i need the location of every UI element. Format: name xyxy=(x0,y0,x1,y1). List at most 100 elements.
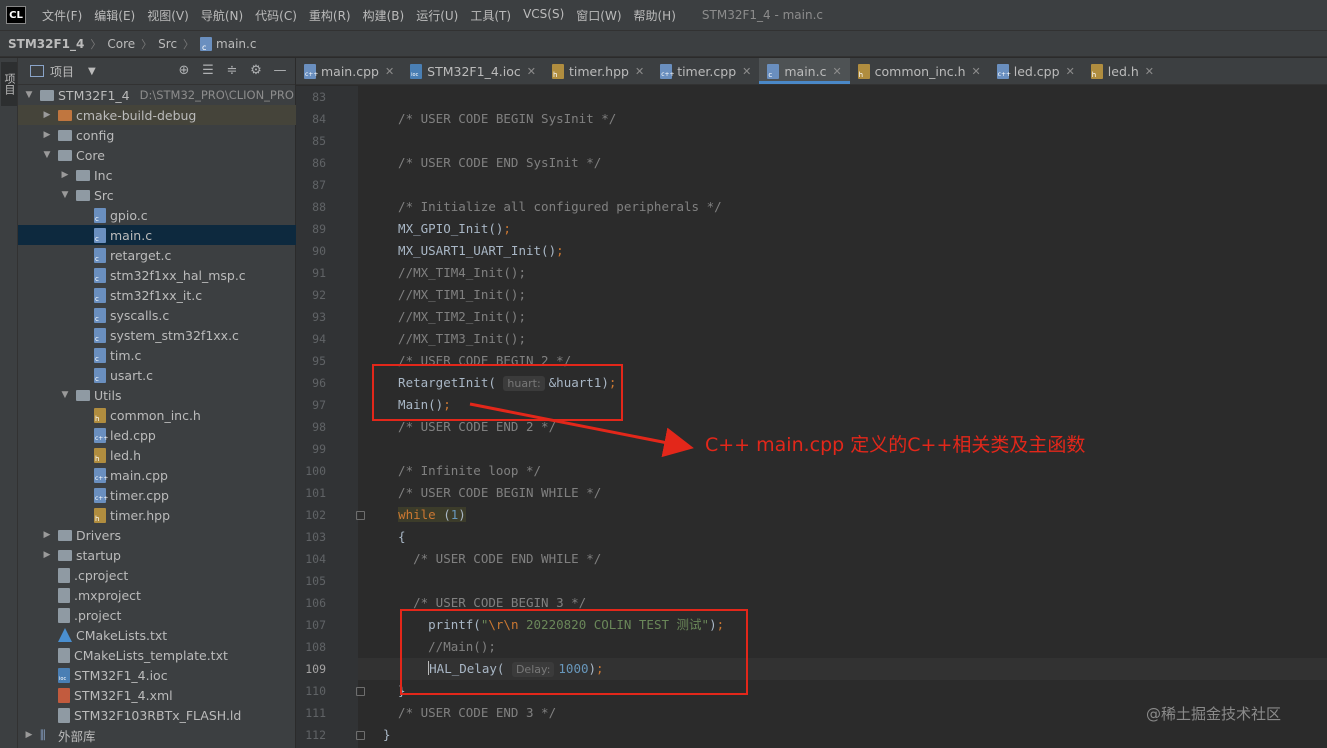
editor-tab[interactable]: STM32F1_4.ioc ✕ xyxy=(402,58,544,84)
close-icon[interactable]: ✕ xyxy=(972,65,981,78)
editor-tab[interactable]: main.c ✕ xyxy=(759,58,850,84)
tree-item[interactable]: STM32F1_4.xml xyxy=(18,685,296,705)
tree-item[interactable]: STM32F1_4.ioc xyxy=(18,665,296,685)
tree-item[interactable]: stm32f1xx_it.c xyxy=(18,285,296,305)
editor-tab[interactable]: timer.cpp ✕ xyxy=(652,58,759,84)
editor-tab[interactable]: main.cpp ✕ xyxy=(296,58,402,84)
close-icon[interactable]: ✕ xyxy=(1145,65,1154,78)
tree-item[interactable]: STM32F103RBTx_FLASH.ld xyxy=(18,705,296,725)
close-icon[interactable]: ✕ xyxy=(1066,65,1075,78)
tree-item[interactable]: led.cpp xyxy=(18,425,296,445)
menu-item[interactable]: 重构(R) xyxy=(303,7,357,24)
fold-marker-icon[interactable] xyxy=(356,687,365,696)
code-token: } xyxy=(383,727,391,742)
menu-item[interactable]: 工具(T) xyxy=(464,7,517,24)
line-number: 90 xyxy=(312,244,326,258)
tree-item[interactable]: main.cpp xyxy=(18,465,296,485)
menu-item[interactable]: 窗口(W) xyxy=(570,7,627,24)
tree-item[interactable]: ▼ Utils xyxy=(18,385,296,405)
project-tool-button[interactable]: 项目 xyxy=(1,62,17,106)
menu-item[interactable]: VCS(S) xyxy=(517,7,570,24)
tree-item[interactable]: retarget.c xyxy=(18,245,296,265)
locate-file-icon[interactable]: ⊕ xyxy=(177,64,191,78)
tree-item[interactable]: ▼ Src xyxy=(18,185,296,205)
tree-item[interactable]: system_stm32f1xx.c xyxy=(18,325,296,345)
breadcrumb-separator-icon: 〉 xyxy=(141,37,153,51)
tree-item[interactable]: gpio.c xyxy=(18,205,296,225)
chevron-right-icon[interactable]: ▶ xyxy=(42,550,52,560)
tree-item[interactable]: main.c xyxy=(18,225,296,245)
tree-item[interactable]: ▼ STM32F1_4 D:\STM32_PRO\CLION_PRO xyxy=(18,85,296,105)
editor-tab[interactable]: led.cpp ✕ xyxy=(989,58,1083,84)
fold-marker-icon[interactable] xyxy=(356,511,365,520)
menu-item[interactable]: 构建(B) xyxy=(357,7,411,24)
tree-item[interactable]: stm32f1xx_hal_msp.c xyxy=(18,265,296,285)
chevron-right-icon[interactable]: ▶ xyxy=(60,170,70,180)
code-line: //MX_TIM3_Init(); xyxy=(383,328,526,350)
close-icon[interactable]: ✕ xyxy=(527,65,536,78)
tree-item[interactable]: ▶ startup xyxy=(18,545,296,565)
tree-item[interactable]: ▶ Inc xyxy=(18,165,296,185)
menu-item[interactable]: 运行(U) xyxy=(410,7,464,24)
menu-item[interactable]: 编辑(E) xyxy=(88,7,141,24)
line-number: 99 xyxy=(312,442,326,456)
chevron-down-icon[interactable]: ▼ xyxy=(24,90,34,100)
chevron-right-icon[interactable]: ▶ xyxy=(42,110,52,120)
tree-item[interactable]: ▶ cmake-build-debug xyxy=(18,105,296,125)
tree-item-label: startup xyxy=(76,547,121,563)
collapse-all-icon[interactable]: ≑ xyxy=(225,64,239,78)
editor-tab[interactable]: timer.hpp ✕ xyxy=(544,58,652,84)
chevron-down-icon[interactable]: ▼ xyxy=(88,66,96,77)
tree-item[interactable]: ▶ ⫼ 外部库 xyxy=(18,725,296,745)
chevron-right-icon[interactable]: ▶ xyxy=(24,730,34,740)
tree-item-label: Drivers xyxy=(76,527,121,543)
tree-item[interactable]: .mxproject xyxy=(18,585,296,605)
menu-item[interactable]: 视图(V) xyxy=(141,7,195,24)
code-token: { xyxy=(383,529,406,544)
breadcrumb-separator-icon: 〉 xyxy=(90,37,102,51)
close-icon[interactable]: ✕ xyxy=(742,65,751,78)
tree-item[interactable]: led.h xyxy=(18,445,296,465)
tree-item-label: main.c xyxy=(110,227,153,243)
menu-item[interactable]: 代码(C) xyxy=(249,7,303,24)
tree-item[interactable]: timer.hpp xyxy=(18,505,296,525)
code-line: MX_USART1_UART_Init(); xyxy=(383,240,564,262)
tree-item[interactable]: usart.c xyxy=(18,365,296,385)
close-icon[interactable]: ✕ xyxy=(832,65,841,78)
fold-marker-icon[interactable] xyxy=(356,731,365,740)
editor-tab[interactable]: common_inc.h ✕ xyxy=(850,58,989,84)
hide-panel-icon[interactable]: — xyxy=(273,64,287,78)
line-number: 106 xyxy=(305,596,326,610)
close-icon[interactable]: ✕ xyxy=(635,65,644,78)
gear-icon[interactable]: ⚙ xyxy=(249,64,263,78)
chevron-right-icon[interactable]: ▶ xyxy=(42,130,52,140)
tree-item[interactable]: tim.c xyxy=(18,345,296,365)
tree-item[interactable]: CMakeLists.txt xyxy=(18,625,296,645)
expand-all-icon[interactable]: ☰ xyxy=(201,64,215,78)
tree-item[interactable]: .cproject xyxy=(18,565,296,585)
menu-item[interactable]: 帮助(H) xyxy=(628,7,682,24)
breadcrumb-project[interactable]: STM32F1_4 xyxy=(8,37,84,51)
project-panel-title[interactable]: 项目 xyxy=(50,63,74,80)
close-icon[interactable]: ✕ xyxy=(385,65,394,78)
breadcrumb-core[interactable]: Core xyxy=(107,37,135,51)
chevron-right-icon[interactable]: ▶ xyxy=(42,530,52,540)
tree-item[interactable]: CMakeLists_template.txt xyxy=(18,645,296,665)
chevron-down-icon[interactable]: ▼ xyxy=(60,190,70,200)
tree-item[interactable]: ▼ Core xyxy=(18,145,296,165)
xml-file-icon xyxy=(58,687,70,703)
chevron-down-icon[interactable]: ▼ xyxy=(60,390,70,400)
tree-item[interactable]: syscalls.c xyxy=(18,305,296,325)
tree-item[interactable]: ▶ Drivers xyxy=(18,525,296,545)
menu-item[interactable]: 文件(F) xyxy=(36,7,88,24)
tree-item[interactable]: timer.cpp xyxy=(18,485,296,505)
chevron-down-icon[interactable]: ▼ xyxy=(42,150,52,160)
line-number: 86 xyxy=(312,156,326,170)
menu-item[interactable]: 导航(N) xyxy=(195,7,249,24)
tree-item[interactable]: .project xyxy=(18,605,296,625)
breadcrumb-file[interactable]: main.c xyxy=(216,37,256,51)
editor-tab[interactable]: led.h ✕ xyxy=(1083,58,1162,84)
tree-item[interactable]: common_inc.h xyxy=(18,405,296,425)
tree-item[interactable]: ▶ config xyxy=(18,125,296,145)
breadcrumb-src[interactable]: Src xyxy=(158,37,177,51)
